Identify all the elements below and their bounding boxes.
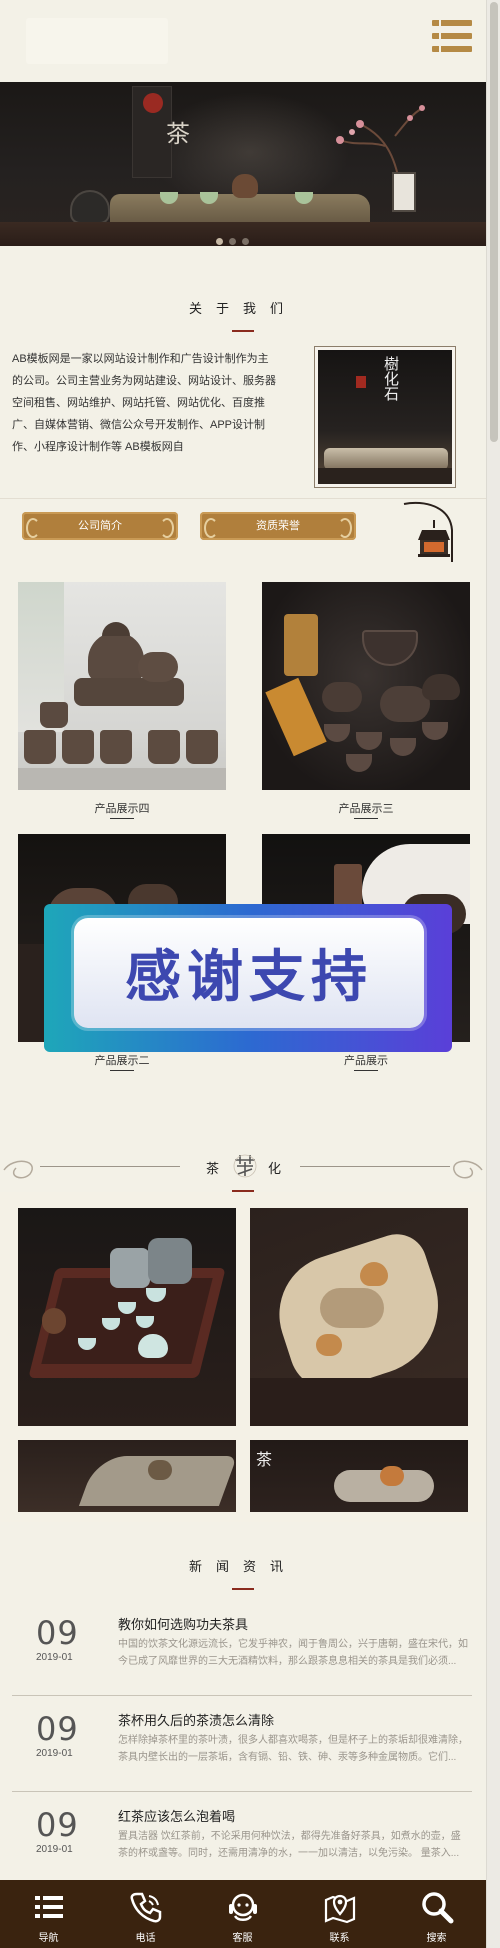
nav-item-phone[interactable]: 电话 — [97, 1880, 194, 1948]
news-title-link[interactable]: 教你如何选购功夫茶具 — [118, 1614, 248, 1633]
qualification-honor-button[interactable]: 资质荣誉 — [200, 512, 356, 540]
news-day: 09 — [36, 1710, 79, 1748]
header — [0, 0, 486, 82]
culture-image[interactable]: 茶 — [250, 1440, 468, 1512]
bottom-nav: 导航 电话 客服 联系 搜索 — [0, 1880, 486, 1948]
product-image[interactable] — [262, 582, 470, 790]
news-title: 新闻资讯 — [188, 1559, 297, 1574]
scrollbar-thumb[interactable] — [490, 2, 498, 442]
nav-label: 电话 — [135, 1933, 156, 1944]
thanks-overlay-text: 感谢支持 — [125, 945, 373, 1010]
culture-title-left: 茶 — [206, 1161, 220, 1176]
product-caption[interactable]: 产品展示二 — [18, 1052, 226, 1068]
banner-pagination[interactable] — [216, 232, 255, 246]
culture-image[interactable] — [18, 1208, 236, 1426]
news-date: 2019-01 — [36, 1844, 73, 1855]
nav-item-service[interactable]: 客服 — [194, 1880, 291, 1948]
news-item[interactable]: 09 2019-01 茶杯用久后的茶渍怎么清除 怎样除掉茶杯里的茶叶渍，很多人都… — [12, 1696, 472, 1792]
news-title-link[interactable]: 茶杯用久后的茶渍怎么清除 — [118, 1710, 274, 1729]
nav-item-search[interactable]: 搜索 — [388, 1880, 485, 1948]
news-title-underline — [232, 1588, 254, 1590]
nav-label: 搜索 — [426, 1933, 447, 1944]
hero-banner[interactable]: 茶 — [0, 82, 486, 246]
news-title-link[interactable]: 红茶应该怎么泡着喝 — [118, 1806, 235, 1825]
nav-label: 联系 — [329, 1933, 350, 1944]
about-title: 关于我们 — [188, 301, 297, 316]
kettle-decoration — [70, 190, 110, 224]
lantern-icon — [403, 501, 453, 562]
about-text: AB模板网是一家以网站设计制作和广告设计制作为主的公司。公司主营业务为网站建设、… — [12, 353, 276, 453]
banner-card-decoration — [392, 172, 416, 212]
nav-item-contact[interactable]: 联系 — [291, 1880, 388, 1948]
culture-image[interactable] — [18, 1440, 236, 1512]
about-divider — [0, 498, 486, 499]
nav-label: 导航 — [38, 1933, 59, 1944]
about-title-underline — [232, 330, 254, 332]
news-summary: 置具洁器 饮红茶前，不论采用何种饮法，都得先准备好茶具，如煮水的壶，盛茶的杯或盏… — [118, 1831, 461, 1859]
news-date: 2019-01 — [36, 1652, 73, 1663]
culture-gallery: 茶 — [0, 1192, 486, 1522]
product-image[interactable] — [18, 582, 226, 790]
news-item[interactable]: 09 2019-01 红茶应该怎么泡着喝 置具洁器 饮红茶前，不论采用何种饮法，… — [12, 1792, 472, 1888]
banner-calligraphy: 茶 — [166, 120, 190, 148]
news-date: 2019-01 — [36, 1748, 73, 1759]
news-item[interactable]: 09 2019-01 教你如何选购功夫茶具 中国的饮茶文化源远流长，它发乎神农，… — [12, 1600, 472, 1696]
product-caption[interactable]: 产品展示三 — [262, 800, 470, 816]
about-image[interactable]: 樹化石 — [314, 346, 456, 488]
news-day: 09 — [36, 1806, 79, 1844]
thanks-overlay-banner: 感谢支持 — [44, 904, 452, 1052]
product-caption[interactable]: 产品展示四 — [18, 800, 226, 816]
about-image-text: 樹化石 — [382, 356, 400, 401]
nav-item-menu[interactable]: 导航 — [0, 1880, 97, 1948]
news-day: 09 — [36, 1614, 79, 1652]
menu-list-icon[interactable] — [432, 20, 472, 52]
product-caption[interactable]: 产品展示 — [262, 1052, 470, 1068]
site-logo[interactable] — [26, 18, 168, 64]
map-pin-icon — [324, 1894, 356, 1924]
company-intro-button[interactable]: 公司简介 — [22, 512, 178, 540]
customer-service-icon — [229, 1893, 257, 1921]
phone-icon — [130, 1892, 162, 1923]
page-scrollbar[interactable] — [486, 0, 500, 1948]
menu-icon — [35, 1896, 63, 1918]
news-summary: 怎样除掉茶杯里的茶叶渍，很多人都喜欢喝茶，但是杯子上的茶垢却很难清除，茶具内壁长… — [118, 1735, 468, 1763]
culture-image[interactable] — [250, 1208, 468, 1426]
page: 茶 关于我们 AB模板网是一家以网站设计制作和广告设计制作为主的公司。公司主营业… — [0, 0, 486, 1948]
culture-title-icon — [233, 1154, 257, 1178]
culture-title-right: 化 — [268, 1161, 282, 1176]
news-summary: 中国的饮茶文化源远流长，它发乎神农，闻于鲁周公，兴于唐朝，盛在宋代，如今已成了风… — [118, 1639, 468, 1667]
search-icon — [422, 1892, 454, 1924]
nav-label: 客服 — [232, 1933, 253, 1944]
